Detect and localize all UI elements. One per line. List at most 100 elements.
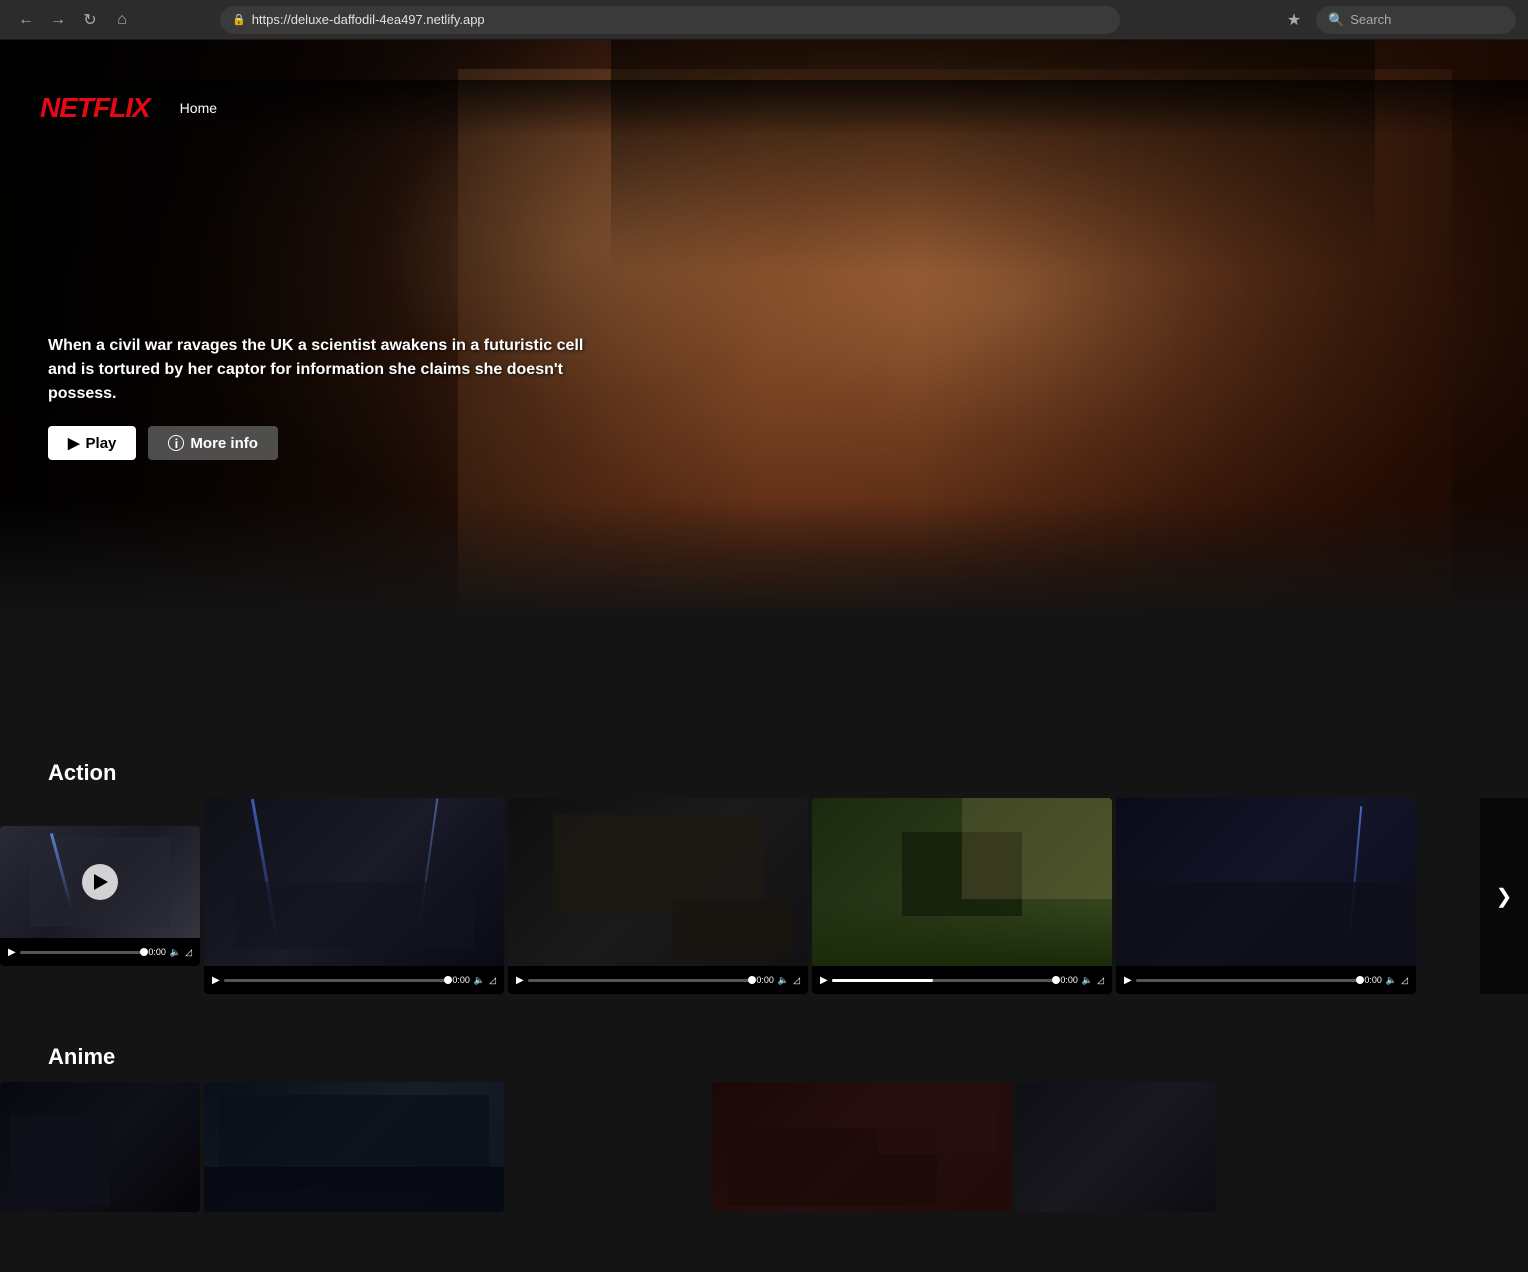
action-video-row: ▶ 0:00 🔈 ◿ [0,798,1528,994]
vc-mute-1[interactable]: 🔈 [170,947,181,958]
hero-bottom-fade [0,500,1528,620]
address-bar[interactable]: 🔒 https://deluxe-daffodil-4ea497.netlify… [220,6,1120,34]
chrome-search-bar[interactable]: 🔍 Search [1316,6,1516,34]
anime-thumb-3 [508,1082,708,1212]
browser-nav-buttons: ← → ↻ ⌂ [12,6,136,34]
action-video-row-container: ▶ 0:00 🔈 ◿ [0,798,1528,994]
url-text: https://deluxe-daffodil-4ea497.netlify.a… [252,12,485,27]
vc-progress-5[interactable] [1136,979,1361,982]
video-thumb-1 [0,826,200,938]
vc-play-2[interactable]: ▶ [212,975,220,986]
vc-mute-2[interactable]: 🔈 [474,975,485,986]
thumb-dark-5 [1116,882,1416,966]
play-overlay-1[interactable] [82,864,118,900]
security-icon: 🔒 [232,13,246,26]
action-video-card-3[interactable]: ▶ 0:00 🔈 ◿ [508,798,808,994]
anime-thumb-2 [204,1082,504,1212]
anime-card-3[interactable] [508,1082,708,1212]
anime-bg-4 [877,1089,997,1154]
more-info-label: More info [190,435,258,452]
vc-fullscreen-4[interactable]: ◿ [1097,975,1104,986]
netflix-navigation: NETFLIX Home [0,80,1528,136]
chevron-right-icon: ❯ [1496,884,1513,909]
more-info-button[interactable]: i More info [148,426,278,460]
anime-bottom-2 [204,1167,504,1213]
netflix-app: NETFLIX Home When a civil war ravages th… [0,40,1528,1272]
vc-mute-5[interactable]: 🔈 [1386,975,1397,986]
vc-fullscreen-2[interactable]: ◿ [489,975,496,986]
vc-fullscreen-3[interactable]: ◿ [793,975,800,986]
home-button[interactable]: ⌂ [108,6,136,34]
thumb-bg-2 [204,798,504,966]
vc-fullscreen-1[interactable]: ◿ [185,947,192,958]
hero-description: When a civil war ravages the UK a scient… [48,334,608,406]
action-section-title: Action [0,760,1528,786]
vc-dot-5 [1356,976,1364,984]
anime-video-row-container [0,1082,1528,1212]
vc-progress-2[interactable] [224,979,449,982]
thumb-figure-2 [234,882,474,949]
vc-mute-4[interactable]: 🔈 [1082,975,1093,986]
vc-play-3[interactable]: ▶ [516,975,524,986]
vc-icons-1: 🔈 ◿ [170,947,192,958]
play-triangle-1 [94,874,108,890]
hero-buttons: ▶ Play i More info [48,426,608,460]
video-controls-1: ▶ 0:00 🔈 ◿ [0,938,200,966]
video-controls-4: ▶ 0:00 🔈 ◿ [812,966,1112,994]
vc-icons-3: 🔈 ◿ [778,975,800,986]
vc-fullscreen-5[interactable]: ◿ [1401,975,1408,986]
action-video-card-5[interactable]: ▶ 0:00 🔈 ◿ [1116,798,1416,994]
anime-thumb-1 [0,1082,200,1212]
vc-play-4[interactable]: ▶ [820,975,828,986]
action-video-card-4[interactable]: ▶ 0:00 🔈 ◿ [812,798,1112,994]
anime-section: Anime [0,1024,1528,1212]
vc-mute-3[interactable]: 🔈 [778,975,789,986]
vc-icons-4: 🔈 ◿ [1082,975,1104,986]
vc-time-5: 0:00 [1364,975,1382,985]
anime-card-1[interactable] [0,1082,200,1212]
refresh-button[interactable]: ↻ [76,6,104,34]
nav-home-link[interactable]: Home [180,100,217,116]
action-video-card-2[interactable]: ▶ 0:00 🔈 ◿ [204,798,504,994]
vc-progress-3[interactable] [528,979,753,982]
anime-card-4[interactable] [712,1082,1012,1212]
video-thumb-5 [1116,798,1416,966]
vc-dot-3 [748,976,756,984]
info-icon: i [168,435,184,451]
vc-fill-4 [832,979,933,982]
nav-links: Home [180,100,217,116]
vc-time-1: 0:00 [148,947,166,957]
anime-card-2[interactable] [204,1082,504,1212]
back-button[interactable]: ← [12,6,40,34]
forward-button[interactable]: → [44,6,72,34]
action-video-card-1[interactable]: ▶ 0:00 🔈 ◿ [0,826,200,966]
anime-figure-1 [10,1115,110,1206]
bookmark-button[interactable]: ★ [1280,6,1308,34]
action-row-next-button[interactable]: ❯ [1480,798,1528,994]
vc-icons-2: 🔈 ◿ [474,975,496,986]
action-section: Action [0,740,1528,994]
vc-progress-4[interactable] [832,979,1057,982]
video-controls-3: ▶ 0:00 🔈 ◿ [508,966,808,994]
anime-card-5[interactable] [1016,1082,1216,1212]
vc-progress-1[interactable] [20,951,145,954]
netflix-logo: NETFLIX [40,92,150,124]
vc-play-5[interactable]: ▶ [1124,975,1132,986]
play-button[interactable]: ▶ Play [48,426,136,460]
vc-play-1[interactable]: ▶ [8,947,16,958]
vc-time-3: 0:00 [756,975,774,985]
search-label: Search [1350,12,1391,27]
anime-section-title: Anime [0,1044,1528,1070]
vc-dot-4 [1052,976,1060,984]
vc-icons-5: 🔈 ◿ [1386,975,1408,986]
video-thumb-4 [812,798,1112,966]
play-icon: ▶ [68,434,80,452]
browser-chrome: ← → ↻ ⌂ 🔒 https://deluxe-daffodil-4ea497… [0,0,1528,40]
anime-thumb-4 [712,1082,1012,1212]
video-thumb-2 [204,798,504,966]
vc-dot-2 [444,976,452,984]
vc-time-4: 0:00 [1060,975,1078,985]
thumb-figure-3b [673,899,793,958]
search-icon: 🔍 [1328,12,1344,28]
video-controls-5: ▶ 0:00 🔈 ◿ [1116,966,1416,994]
